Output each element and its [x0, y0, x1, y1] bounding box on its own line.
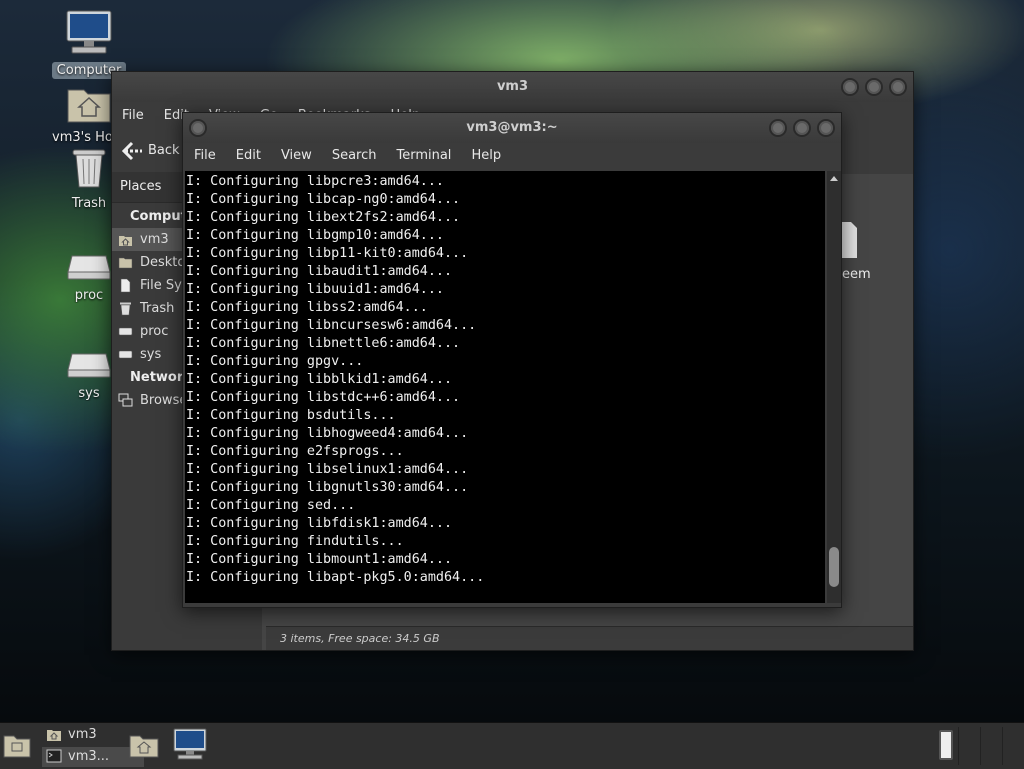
show-desktop-button[interactable]: [2, 731, 32, 761]
trash-icon: [120, 302, 131, 316]
terminal-line: I: Configuring libblkid1:amd64...: [186, 372, 453, 387]
menu-view[interactable]: View: [271, 143, 322, 169]
terminal-line: I: Configuring libgnutls30:amd64...: [186, 480, 469, 495]
home-icon: [119, 236, 132, 246]
terminal-line: I: Configuring libhogweed4:amd64...: [186, 426, 469, 441]
maximize-button[interactable]: [793, 119, 811, 137]
terminal-line: I: Configuring libext2fs2:amd64...: [186, 210, 461, 225]
back-label: Back: [148, 143, 180, 158]
computer-icon: [173, 728, 207, 760]
home-icon: [47, 730, 61, 741]
terminal-menu-button[interactable]: [189, 119, 207, 137]
terminal-line: I: Configuring libapt-pkg5.0:amd64...: [186, 570, 485, 585]
menu-file[interactable]: File: [184, 143, 226, 169]
terminal-icon: [46, 749, 62, 763]
back-arrow-icon: [122, 141, 142, 161]
back-button[interactable]: Back: [120, 138, 180, 164]
drive-icon: [67, 353, 111, 378]
trash-icon: [72, 149, 106, 188]
terminal-line: I: Configuring libuuid1:amd64...: [186, 282, 444, 297]
terminal-window: vm3@vm3:~ File Edit View Search Terminal…: [182, 112, 842, 608]
computer-icon: [66, 10, 112, 54]
maximize-button[interactable]: [865, 78, 883, 96]
launcher-computer[interactable]: [172, 727, 208, 763]
terminal-line: I: Configuring libcap-ng0:amd64...: [186, 192, 461, 207]
minimize-button[interactable]: [841, 78, 859, 96]
workspace-2[interactable]: [958, 727, 979, 765]
terminal-line: I: Configuring libss2:amd64...: [186, 300, 428, 315]
terminal-line: I: Configuring libnettle6:amd64...: [186, 336, 461, 351]
file-label[interactable]: eem: [842, 267, 871, 282]
terminal-line: I: Configuring libmount1:amd64...: [186, 552, 453, 567]
drive-icon: [118, 350, 133, 359]
home-folder-icon: [67, 89, 111, 123]
folder-icon: [118, 257, 133, 269]
window-title: vm3: [496, 79, 529, 94]
minimize-button[interactable]: [769, 119, 787, 137]
taskbar: vm3 vm3...: [0, 722, 1024, 769]
terminal-output[interactable]: I: Configuring libpcre3:amd64... I: Conf…: [185, 171, 825, 603]
scroll-up-arrow-icon[interactable]: [827, 173, 841, 185]
menu-help[interactable]: Help: [461, 143, 511, 169]
close-button[interactable]: [889, 78, 907, 96]
terminal-line: I: Configuring libstdc++6:amd64...: [186, 390, 461, 405]
network-icon: [118, 393, 133, 407]
drive-icon: [67, 255, 111, 280]
workspace-3[interactable]: [980, 727, 1001, 765]
document-icon: [120, 278, 131, 293]
status-text: 3 items, Free space: 34.5 GB: [280, 632, 440, 645]
terminal-line: I: Configuring bsdutils...: [186, 408, 396, 423]
menu-file[interactable]: File: [112, 102, 154, 130]
home-folder-icon: [129, 735, 159, 758]
terminal-line: I: Configuring sed...: [186, 498, 356, 513]
terminal-line: I: Configuring libpcre3:amd64...: [186, 174, 444, 189]
workspace-4[interactable]: [1002, 727, 1023, 765]
places-label: Places: [120, 179, 162, 194]
file-manager-titlebar[interactable]: vm3: [112, 72, 913, 102]
terminal-line: I: Configuring libgmp10:amd64...: [186, 228, 444, 243]
terminal-menubar: File Edit View Search Terminal Help: [183, 143, 841, 169]
desktop-folder-icon: [3, 735, 31, 758]
terminal-line: I: Configuring libp11-kit0:amd64...: [186, 246, 469, 261]
desktop-icon-computer[interactable]: Computer: [52, 8, 126, 79]
terminal-line: I: Configuring gpgv...: [186, 354, 364, 369]
terminal-scrollbar[interactable]: [827, 171, 841, 603]
terminal-line: I: Configuring findutils...: [186, 534, 404, 549]
launcher-file-manager[interactable]: [128, 731, 162, 761]
workspace-active[interactable]: [939, 730, 953, 760]
terminal-title: vm3@vm3:~: [466, 120, 558, 135]
workspace-switcher[interactable]: [936, 727, 1024, 765]
status-bar: 3 items, Free space: 34.5 GB: [266, 626, 913, 650]
terminal-line: I: Configuring libfdisk1:amd64...: [186, 516, 453, 531]
terminal-line: I: Configuring libaudit1:amd64...: [186, 264, 453, 279]
close-button[interactable]: [817, 119, 835, 137]
menu-terminal[interactable]: Terminal: [386, 143, 461, 169]
terminal-line: I: Configuring libselinux1:amd64...: [186, 462, 469, 477]
terminal-titlebar[interactable]: vm3@vm3:~: [183, 113, 841, 143]
menu-search[interactable]: Search: [322, 143, 387, 169]
terminal-line: I: Configuring libncursesw6:amd64...: [186, 318, 477, 333]
menu-edit[interactable]: Edit: [226, 143, 271, 169]
file-icon[interactable]: [839, 220, 859, 260]
terminal-line: I: Configuring e2fsprogs...: [186, 444, 404, 459]
scrollbar-thumb[interactable]: [829, 547, 839, 587]
drive-icon: [118, 327, 133, 336]
